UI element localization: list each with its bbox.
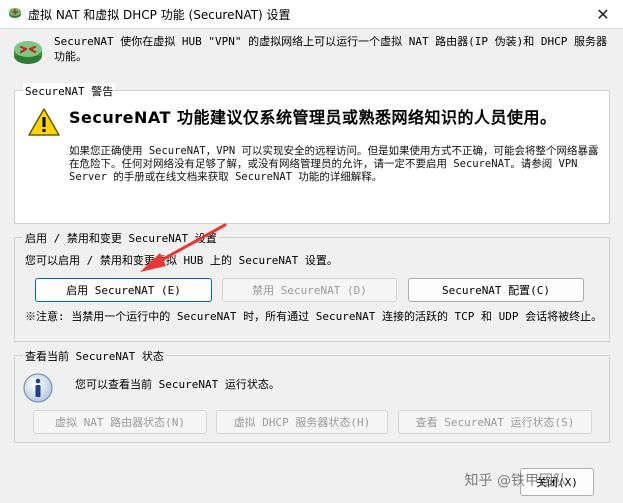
close-icon: ✕ (596, 4, 610, 24)
status-group: 查看当前 SecureNAT 状态 您可以查看当前 SecureNAT 运行状态… (14, 348, 610, 443)
warning-icon (28, 108, 60, 136)
warning-group-label: SecureNAT 警告 (23, 83, 116, 99)
warning-heading: SecureNAT 功能建议仅系统管理员或熟悉网络知识的人员使用。 (69, 108, 557, 127)
toggle-note: ※注意: 当禁用一个运行中的 SecureNAT 时，所有通过 SecureNA… (25, 310, 603, 323)
warning-body: 如果您正确使用 SecureNAT，VPN 可以实现安全的远程访问。但是如果使用… (69, 145, 599, 183)
securenat-config-button[interactable]: SecureNAT 配置(C) (408, 278, 584, 302)
nat-router-status-button[interactable]: 虚拟 NAT 路由器状态(N) (33, 410, 207, 434)
securenat-app-icon (9, 8, 21, 18)
status-group-label: 查看当前 SecureNAT 状态 (23, 348, 166, 364)
watermark: 知乎 @铁甲团队 (464, 473, 567, 489)
intro-description: SecureNAT 使你在虚拟 HUB "VPN" 的虚拟网络上可以运行一个虚拟… (54, 35, 608, 63)
status-description: 您可以查看当前 SecureNAT 运行状态。 (75, 378, 280, 391)
window-close-button[interactable]: ✕ (583, 0, 623, 28)
warning-group: SecureNAT 警告 SecureNAT 功能建议仅系统管理员或熟悉网络知识… (14, 83, 610, 224)
title-bar: 虚拟 NAT 和虚拟 DHCP 功能 (SecureNAT) 设置 ✕ (0, 0, 623, 29)
securenat-run-status-button[interactable]: 查看 SecureNAT 运行状态(S) (398, 410, 592, 434)
window-title: 虚拟 NAT 和虚拟 DHCP 功能 (SecureNAT) 设置 (28, 8, 291, 22)
toggle-description: 您可以启用 / 禁用和变更虚拟 HUB 上的 SecureNAT 设置。 (25, 254, 338, 267)
disable-securenat-button[interactable]: 禁用 SecureNAT (D) (222, 278, 397, 302)
toggle-group: 启用 / 禁用和变更 SecureNAT 设置 您可以启用 / 禁用和变更虚拟 … (14, 230, 610, 342)
router-icon (14, 41, 42, 64)
dhcp-server-status-button[interactable]: 虚拟 DHCP 服务器状态(H) (216, 410, 388, 434)
toggle-group-label: 启用 / 禁用和变更 SecureNAT 设置 (23, 230, 219, 246)
enable-securenat-button[interactable]: 启用 SecureNAT (E) (35, 278, 212, 302)
info-icon (23, 373, 53, 403)
